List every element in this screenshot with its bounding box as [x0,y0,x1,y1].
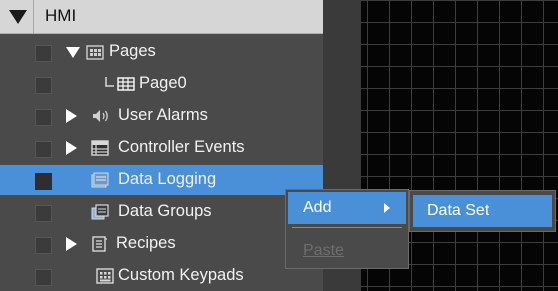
recipes-icon [92,236,107,252]
tree-item-checkbox[interactable] [35,141,52,158]
expand-arrow-icon[interactable] [66,109,77,123]
tree-item-page0[interactable]: Page0 [0,69,323,99]
pages-folder-icon [86,45,104,60]
tree-item-label: Pages [109,42,156,60]
tree-item-label: Page0 [139,74,187,92]
submenu-arrow-icon [384,203,390,213]
submenu-data-set-label: Data Set [427,202,490,219]
context-menu-paste: Paste [288,235,406,267]
tree-item-label: Controller Events [118,138,245,156]
tree-item-custom-keypads[interactable]: Custom Keypads [0,261,323,291]
tree-item-checkbox[interactable] [35,205,52,222]
project-tree-panel: HMI Pages Page0 User Alarms Controller E… [0,0,323,291]
data-groups-icon [91,204,109,220]
tree-connector-icon [105,77,114,87]
add-submenu: Data Set [409,190,556,232]
menu-separator [292,227,402,228]
tree-item-checkbox[interactable] [35,237,52,254]
context-menu: Add Paste [285,189,409,269]
tree-item-data-logging[interactable]: Data Logging [0,165,323,195]
tree-item-checkbox[interactable] [35,45,52,62]
tree-item-data-groups[interactable]: Data Groups [0,197,323,227]
page-grid-icon [117,77,135,91]
keypad-icon [96,268,114,284]
tree-root-label: HMI [45,6,77,25]
tree-item-user-alarms[interactable]: User Alarms [0,101,323,131]
tree-item-pages[interactable]: Pages [0,37,323,67]
tree-item-checkbox[interactable] [35,269,52,286]
tree-item-label: User Alarms [118,106,208,124]
tree-item-label: Data Groups [118,202,212,220]
submenu-data-set[interactable]: Data Set [413,195,552,227]
tree-item-label: Data Logging [118,170,217,188]
triangle-down-icon[interactable] [9,10,27,24]
expand-arrow-icon[interactable] [66,141,77,155]
context-menu-add-label: Add [303,199,332,216]
tree-item-checkbox[interactable] [35,77,52,94]
context-menu-paste-label: Paste [303,242,344,259]
data-logging-icon [91,172,109,188]
expand-arrow-icon[interactable] [66,47,80,58]
events-table-icon [91,140,109,156]
column-separator [33,0,34,34]
context-menu-add[interactable]: Add [288,192,406,224]
tree-item-recipes[interactable]: Recipes [0,229,323,259]
tree-item-checkbox[interactable] [35,109,52,126]
tree-item-checkbox[interactable] [35,173,52,190]
tree-item-label: Custom Keypads [118,266,244,284]
tree-item-controller-events[interactable]: Controller Events [0,133,323,163]
tree-root-hmi[interactable]: HMI [0,0,323,34]
tree-item-label: Recipes [116,234,176,252]
speaker-icon [93,110,108,122]
expand-arrow-icon[interactable] [66,237,77,251]
